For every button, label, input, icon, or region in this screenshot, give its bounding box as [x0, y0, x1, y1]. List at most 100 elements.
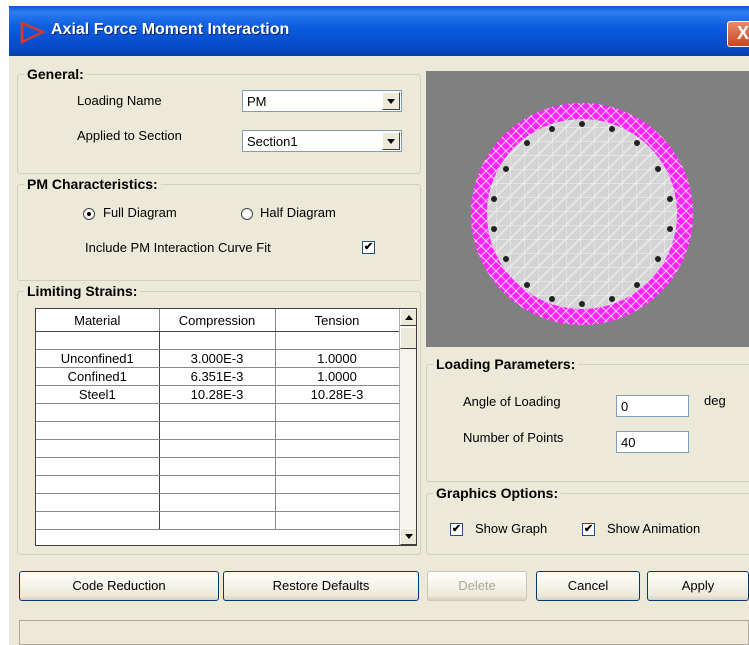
table-cell[interactable]: [275, 439, 400, 458]
general-legend: General:: [27, 66, 84, 82]
table-cell[interactable]: [159, 331, 276, 350]
angle-unit-label: deg: [704, 393, 726, 408]
table-cell[interactable]: [159, 511, 276, 530]
table-cell[interactable]: 3.000E-3: [159, 349, 276, 368]
close-button[interactable]: X: [727, 21, 749, 47]
title-bar[interactable]: Axial Force Moment Interaction X: [9, 6, 749, 56]
table-header-row: Material Compression Tension: [36, 309, 400, 332]
number-of-points-label: Number of Points: [463, 430, 564, 445]
table-cell[interactable]: [36, 403, 160, 422]
curve-fit-checkbox[interactable]: ✔: [362, 241, 375, 254]
table-cell[interactable]: [36, 331, 160, 350]
cancel-button[interactable]: Cancel: [536, 571, 640, 601]
table-row: [36, 457, 400, 476]
table-row: Confined1 6.351E-3 1.0000: [36, 367, 400, 386]
table-row: [36, 493, 400, 512]
curve-fit-label: Include PM Interaction Curve Fit: [85, 240, 271, 255]
code-reduction-button[interactable]: Code Reduction: [19, 571, 219, 601]
pm-characteristics-legend: PM Characteristics:: [27, 176, 158, 192]
loading-name-combo[interactable]: PM: [242, 90, 402, 112]
dialog-window: Axial Force Moment Interaction X General…: [9, 6, 749, 645]
table-row: Steel1 10.28E-3 10.28E-3: [36, 385, 400, 404]
strains-table: Material Compression Tension Unconfined1…: [36, 309, 400, 530]
table-cell[interactable]: Confined1: [36, 367, 160, 386]
table-cell[interactable]: 6.351E-3: [159, 367, 276, 386]
table-cell[interactable]: [159, 457, 276, 476]
table-row: [36, 331, 400, 350]
table-cell[interactable]: [159, 439, 276, 458]
delete-button[interactable]: Delete: [427, 571, 527, 601]
table-cell[interactable]: [275, 331, 400, 350]
table-cell[interactable]: [36, 439, 160, 458]
loading-name-value: PM: [247, 94, 267, 109]
chevron-down-icon[interactable]: [382, 132, 400, 150]
table-cell[interactable]: Unconfined1: [36, 349, 160, 368]
pm-characteristics-group: PM Characteristics:: [17, 176, 421, 281]
restore-defaults-button[interactable]: Restore Defaults: [223, 571, 419, 601]
limiting-strains-legend: Limiting Strains:: [27, 283, 138, 299]
table-cell[interactable]: 10.28E-3: [159, 385, 276, 404]
col-header-material[interactable]: Material: [36, 309, 160, 332]
table-cell[interactable]: [36, 475, 160, 494]
table-row: Unconfined1 3.000E-3 1.0000: [36, 349, 400, 368]
table-cell[interactable]: [275, 457, 400, 476]
chevron-down-icon[interactable]: [382, 92, 400, 110]
loading-name-label: Loading Name: [77, 93, 162, 108]
table-cell[interactable]: [275, 493, 400, 512]
table-cell[interactable]: [36, 493, 160, 512]
applied-section-label: Applied to Section: [77, 128, 182, 143]
status-bar: [19, 620, 749, 645]
show-animation-checkbox[interactable]: ✔: [582, 523, 595, 536]
table-cell[interactable]: [159, 403, 276, 422]
table-cell[interactable]: [275, 403, 400, 422]
table-row: [36, 439, 400, 458]
half-diagram-radio[interactable]: [241, 208, 253, 220]
apply-button[interactable]: Apply: [647, 571, 749, 601]
section-preview: [426, 71, 749, 347]
graphics-options-legend: Graphics Options:: [436, 485, 559, 501]
show-animation-label[interactable]: Show Animation: [607, 521, 700, 536]
window-title: Axial Force Moment Interaction: [51, 21, 290, 38]
angle-of-loading-input[interactable]: 0: [616, 395, 689, 417]
table-cell[interactable]: [275, 421, 400, 440]
table-cell[interactable]: [275, 511, 400, 530]
table-cell[interactable]: 1.0000: [275, 367, 400, 386]
table-cell[interactable]: [36, 511, 160, 530]
loading-parameters-legend: Loading Parameters:: [436, 356, 576, 372]
half-diagram-label[interactable]: Half Diagram: [260, 205, 336, 220]
table-cell[interactable]: Steel1: [36, 385, 160, 404]
number-of-points-input[interactable]: 40: [616, 431, 689, 453]
col-header-tension[interactable]: Tension: [275, 309, 400, 332]
col-header-compression[interactable]: Compression: [159, 309, 276, 332]
full-diagram-radio[interactable]: [83, 208, 95, 220]
section-circle-graphic: [471, 103, 693, 325]
table-cell[interactable]: [36, 457, 160, 476]
show-graph-label[interactable]: Show Graph: [475, 521, 547, 536]
general-group: General:: [17, 66, 421, 174]
table-scrollbar[interactable]: [399, 309, 416, 545]
table-row: [36, 403, 400, 422]
table-cell[interactable]: [159, 493, 276, 512]
confined-core: [487, 119, 677, 309]
scroll-up-arrow-icon[interactable]: [400, 309, 416, 326]
show-graph-checkbox[interactable]: ✔: [450, 523, 463, 536]
angle-of-loading-label: Angle of Loading: [463, 394, 561, 409]
table-cell[interactable]: [36, 421, 160, 440]
table-row: [36, 511, 400, 530]
graphics-options-group: Graphics Options:: [426, 485, 749, 555]
applied-section-value: Section1: [247, 134, 298, 149]
scroll-thumb[interactable]: [400, 327, 416, 349]
app-logo-icon: [20, 21, 45, 44]
table-cell[interactable]: 1.0000: [275, 349, 400, 368]
table-cell[interactable]: [159, 475, 276, 494]
table-cell[interactable]: [275, 475, 400, 494]
loading-parameters-group: Loading Parameters:: [426, 356, 749, 482]
scroll-down-arrow-icon[interactable]: [400, 528, 416, 545]
table-cell[interactable]: [159, 421, 276, 440]
table-cell[interactable]: 10.28E-3: [275, 385, 400, 404]
table-row: [36, 475, 400, 494]
limiting-strains-grid[interactable]: Material Compression Tension Unconfined1…: [35, 308, 417, 546]
full-diagram-label[interactable]: Full Diagram: [103, 205, 177, 220]
table-row: [36, 421, 400, 440]
applied-section-combo[interactable]: Section1: [242, 130, 402, 152]
